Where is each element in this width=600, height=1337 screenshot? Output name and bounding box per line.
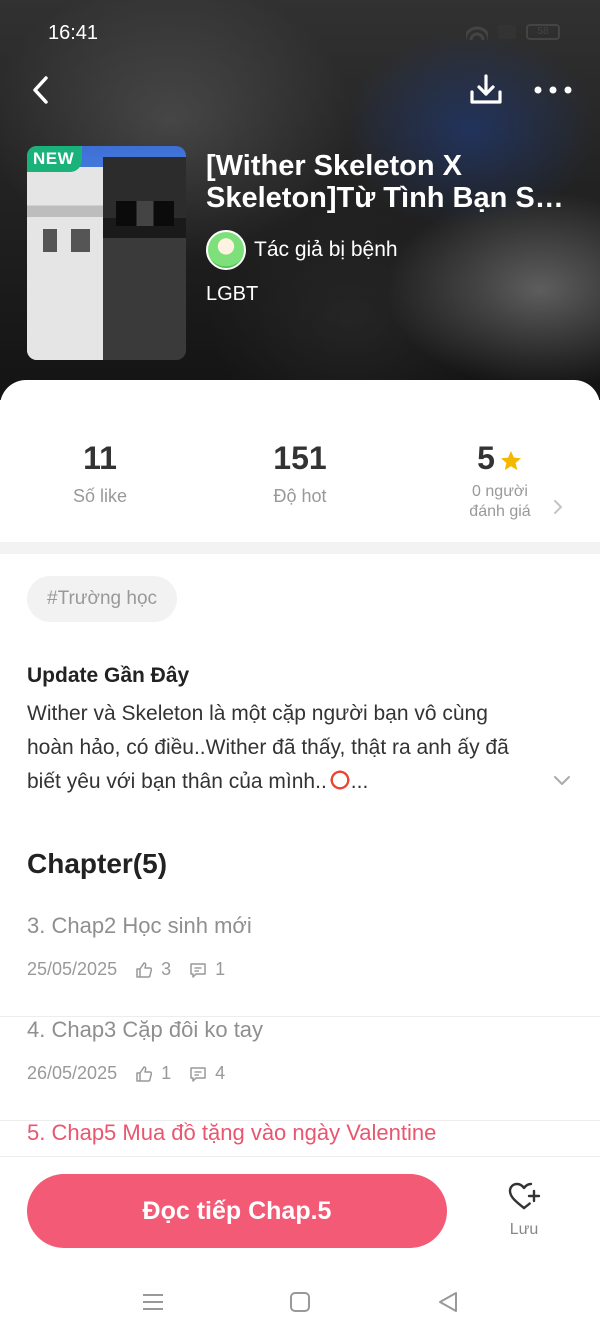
chevron-right-icon[interactable]: [551, 498, 565, 516]
update-line3: biết yêu với bạn thân của mình.....: [27, 765, 547, 799]
avatar: [206, 230, 246, 270]
thumbs-up-icon: [136, 1065, 153, 1082]
chapter-title: 4. Chap3 Cặp đôi ko tay: [27, 1017, 264, 1042]
update-heading: Update Gần Đây: [27, 664, 190, 687]
status-time: 16:41: [48, 22, 99, 44]
heart-plus-icon: [508, 1182, 541, 1210]
chapter-likes-count: 1: [161, 1063, 172, 1083]
download-icon: [470, 74, 502, 104]
update-description: Wither và Skeleton là một cặp người bạn …: [27, 697, 547, 799]
section-divider: [0, 542, 600, 554]
status-icons: 58: [466, 24, 560, 40]
download-button[interactable]: [466, 70, 506, 110]
chapter-comments-count: 1: [215, 959, 226, 979]
expand-chevron-icon[interactable]: [552, 773, 572, 789]
chapter-meta: 26/05/2025 1 4: [27, 1063, 243, 1084]
update-line2: hoàn hảo, có điều..Wither đã thấy, thật …: [27, 736, 509, 759]
genre-label: LGBT: [206, 283, 259, 305]
rating-label: 0 người đánh giá: [400, 482, 600, 522]
stat-rating[interactable]: 5 0 người đánh giá: [400, 438, 600, 522]
chevron-left-icon: [33, 76, 48, 104]
hot-value: 151: [273, 440, 327, 476]
author-name: Tác giả bị bệnh: [254, 238, 398, 261]
menu-icon[interactable]: [139, 1288, 167, 1316]
update-line3-ellipsis: ...: [350, 770, 369, 793]
stats-row: 11 Số like 151 Độ hot 5 0 người đánh giá: [0, 420, 600, 540]
hot-label: Độ hot: [273, 486, 327, 506]
story-title-line2: Skeleton]Từ Tình Bạn San...: [206, 182, 578, 214]
chapter-item-current[interactable]: 5. Chap5 Mua đồ tặng vào ngày Valentine: [0, 1120, 600, 1156]
author[interactable]: Tác giả bị bệnh: [206, 230, 398, 270]
likes-value: 11: [83, 440, 117, 476]
more-icon: [534, 86, 572, 94]
chapter-comments-count: 4: [215, 1063, 226, 1083]
chapter-likes: 3: [135, 959, 171, 980]
clown-emoji-icon: [328, 769, 351, 791]
system-nav-bar: [0, 1266, 600, 1337]
stat-likes: 11 Số like: [0, 438, 200, 507]
story-title-line1: [Wither Skeleton X: [206, 150, 462, 182]
chapter-item[interactable]: 4. Chap3 Cặp đôi ko tay 26/05/2025 1 4: [0, 1017, 600, 1121]
new-badge: NEW: [27, 146, 83, 172]
tag-chip[interactable]: #Trường học: [27, 576, 178, 622]
chapter-title: 5. Chap5 Mua đồ tặng vào ngày Valentine: [27, 1120, 437, 1145]
comment-icon: [190, 1066, 206, 1082]
status-bar: 16:41 58: [0, 0, 600, 70]
chapters-heading: Chapter(5): [27, 848, 168, 879]
chapter-title: 3. Chap2 Học sinh mới: [27, 913, 252, 938]
chapter-likes: 1: [135, 1063, 171, 1084]
rating-value-row: 5: [400, 438, 600, 478]
sim-icon: [498, 25, 516, 39]
star-icon: [500, 450, 521, 470]
more-options-button[interactable]: [530, 70, 576, 110]
comment-icon: [190, 962, 206, 978]
rating-value: 5: [477, 440, 495, 476]
back-triangle-icon[interactable]: [434, 1288, 462, 1316]
stat-hot: 151 Độ hot: [200, 438, 400, 507]
rating-label-line2: đánh giá: [469, 503, 531, 520]
save-button[interactable]: Lưu: [494, 1180, 554, 1250]
cover-skeleton: [27, 167, 110, 360]
story-cover[interactable]: [27, 146, 186, 360]
likes-label: Số like: [72, 486, 128, 506]
chapter-date: 26/05/2025: [27, 1063, 118, 1083]
cover-wither-skeleton: [103, 156, 186, 360]
save-label: Lưu: [509, 1221, 539, 1238]
chapter-item[interactable]: 3. Chap2 Học sinh mới 25/05/2025 3 1: [0, 913, 600, 1017]
chapter-date: 25/05/2025: [27, 959, 118, 979]
update-line3-text: biết yêu với bạn thân của mình..: [27, 770, 327, 793]
chapter-meta: 25/05/2025 3 1: [27, 959, 243, 980]
battery-icon: 58: [526, 24, 560, 40]
story-title: [Wither Skeleton X Skeleton]Từ Tình Bạn …: [206, 150, 578, 214]
update-line1: Wither và Skeleton là một cặp người bạn …: [27, 702, 488, 725]
home-square-icon[interactable]: [286, 1288, 314, 1316]
wifi-icon: [466, 24, 488, 40]
chapter-comments: 4: [189, 1063, 225, 1084]
thumbs-up-icon: [136, 961, 153, 978]
back-button[interactable]: [22, 70, 62, 110]
rating-label-line1: 0 người: [472, 483, 528, 500]
continue-reading-button[interactable]: Đọc tiếp Chap.5: [27, 1174, 447, 1248]
chapter-comments: 1: [189, 959, 225, 980]
chapter-likes-count: 3: [161, 959, 172, 979]
